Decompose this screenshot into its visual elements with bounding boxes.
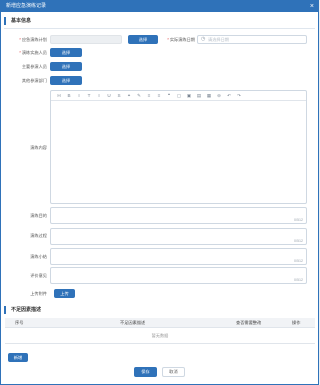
toolbar-underline-icon[interactable]: U	[104, 91, 114, 101]
plan-select-button[interactable]: 选择	[128, 35, 158, 44]
close-icon[interactable]: ×	[310, 1, 314, 12]
purpose-textarea[interactable]: 0/512	[50, 207, 307, 224]
toolbar-emoji-icon[interactable]: ⊖	[214, 91, 224, 101]
other-departments-select-button[interactable]: 选择	[50, 76, 82, 85]
content-editor[interactable]: H B I T I U S ⚭ ✎ ≡ ≡ ❝ ▢ ▣ ▤ ▦ ⊖ ↶ ↷	[50, 90, 307, 204]
toolbar-undo-icon[interactable]: ↶	[224, 91, 234, 101]
toolbar-brush-icon[interactable]: ✎	[134, 91, 144, 101]
date-placeholder: 请选择日期	[208, 37, 229, 42]
toolbar-bold-icon[interactable]: B	[64, 91, 74, 101]
evaluation-textarea[interactable]: 0/512	[50, 267, 307, 284]
table-header: 序号 不足因素描述 查否需要整改 操作	[5, 318, 315, 328]
column-index: 序号	[15, 320, 24, 325]
process-label: 演练过程	[30, 233, 47, 238]
purpose-label: 演练目的	[30, 213, 47, 218]
purpose-counter: 0/512	[294, 218, 303, 222]
section-nonconformity: 不足因素描述	[4, 306, 41, 314]
toolbar-strikethrough-icon[interactable]: S	[114, 91, 124, 101]
upload-button[interactable]: 上传	[54, 289, 75, 298]
table-empty: 暂无数据	[5, 328, 315, 344]
column-actions: 操作	[292, 320, 301, 325]
add-row-button[interactable]: 新增	[8, 353, 28, 362]
editor-toolbar: H B I T I U S ⚭ ✎ ≡ ≡ ❝ ▢ ▣ ▤ ▦ ⊖ ↶ ↷	[51, 91, 306, 101]
column-rectification: 查否需要整改	[236, 320, 262, 325]
toolbar-font-style-icon[interactable]: I	[94, 91, 104, 101]
participants-label: *演练实施人员	[19, 50, 47, 55]
dialog: 新增应急演练记录 × 基本信息 *应急演练计划 选择 *实际演练日期 ◷ 请选择…	[0, 0, 319, 385]
toolbar-list-ordered-icon[interactable]: ≡	[144, 91, 154, 101]
toolbar-link-icon[interactable]: ⚭	[124, 91, 134, 101]
toolbar-image-icon[interactable]: ▣	[184, 91, 194, 101]
section-basic-info: 基本信息	[4, 17, 31, 25]
process-textarea[interactable]: 0/512	[50, 228, 307, 245]
toolbar-font-size-icon[interactable]: T	[84, 91, 94, 101]
content-label: 演练内容	[30, 145, 47, 150]
summary-label: 演练小结	[30, 254, 47, 259]
dialog-titlebar: 新增应急演练记录 ×	[1, 1, 318, 12]
plan-label: *应急演练计划	[19, 37, 47, 42]
cancel-button[interactable]: 取消	[162, 367, 185, 377]
plan-input[interactable]	[50, 35, 122, 44]
toolbar-quote-icon[interactable]: ❝	[164, 91, 174, 101]
toolbar-code-icon[interactable]: ▢	[174, 91, 184, 101]
other-departments-label: 其他参演部门	[21, 78, 47, 83]
section-divider	[4, 28, 315, 29]
date-label: *实际演练日期	[167, 37, 195, 42]
main-participants-select-button[interactable]: 选择	[50, 62, 82, 71]
column-description: 不足因素描述	[120, 320, 146, 325]
toolbar-italic-icon[interactable]: I	[74, 91, 84, 101]
toolbar-list-unordered-icon[interactable]: ≡	[154, 91, 164, 101]
date-input[interactable]: ◷ 请选择日期	[197, 35, 307, 44]
summary-textarea[interactable]: 0/512	[50, 248, 307, 265]
main-participants-label: 主要参演人员	[21, 64, 47, 69]
toolbar-table-icon[interactable]: ▦	[204, 91, 214, 101]
nonconformity-table: 序号 不足因素描述 查否需要整改 操作 暂无数据	[5, 318, 315, 344]
dialog-title: 新增应急演练记录	[6, 3, 47, 9]
calendar-icon: ◷	[201, 36, 206, 42]
toolbar-heading-icon[interactable]: H	[54, 91, 64, 101]
process-counter: 0/512	[294, 239, 303, 243]
summary-counter: 0/512	[294, 259, 303, 263]
toolbar-redo-icon[interactable]: ↷	[234, 91, 244, 101]
evaluation-label: 评价意见	[30, 273, 47, 278]
toolbar-video-icon[interactable]: ▤	[194, 91, 204, 101]
participants-select-button[interactable]: 选择	[50, 48, 82, 57]
attachment-label: 上传附件	[30, 291, 47, 296]
evaluation-counter: 0/512	[294, 278, 303, 282]
save-button[interactable]: 保存	[134, 367, 157, 377]
